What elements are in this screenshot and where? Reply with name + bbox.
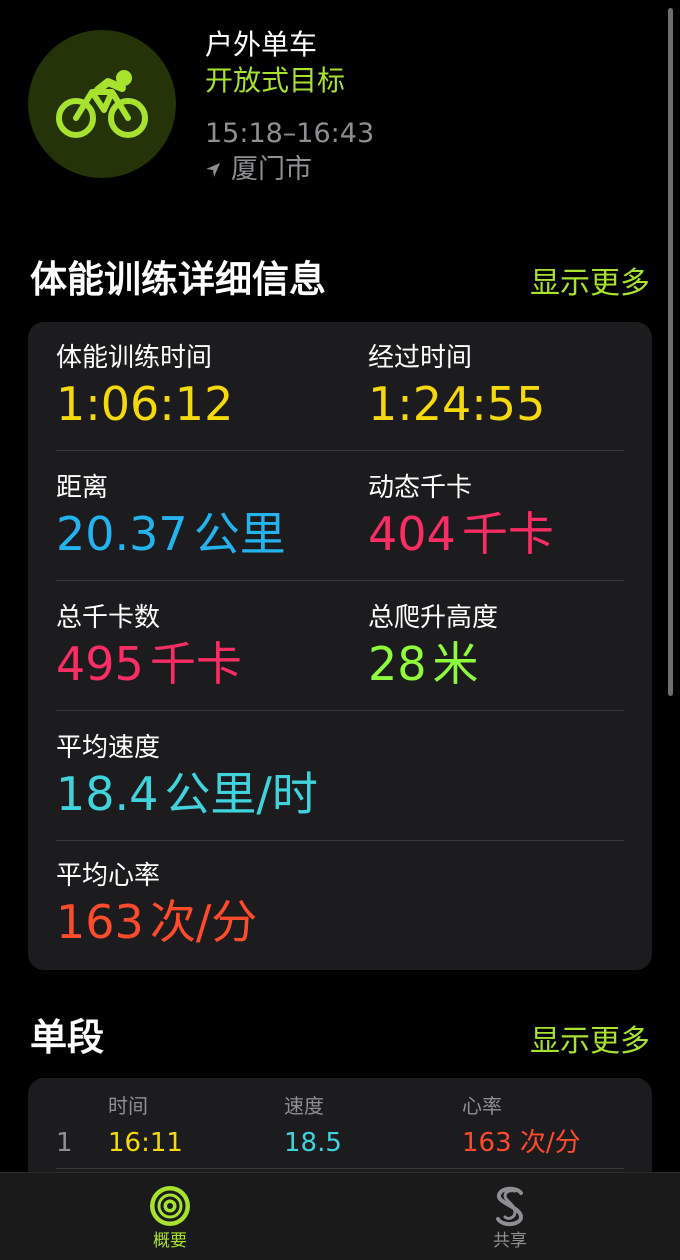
workout-time-range: 15:18–16:43 — [205, 118, 375, 149]
details-show-more-link[interactable]: 显示更多 — [530, 264, 650, 304]
metric-unit: 次/分 — [149, 895, 258, 949]
workout-summary-screen: 户外单车 开放式目标 15:18–16:43 厦门市 体能训练详细信息 显示更多… — [0, 0, 680, 1260]
split-heart-rate-unit: 次/分 — [519, 1128, 581, 1158]
divider — [56, 450, 624, 451]
location-arrow-icon — [206, 163, 220, 177]
splits-header-time: 时间 — [108, 1094, 148, 1118]
metric-value: 1:06:12 — [56, 377, 234, 431]
split-time: 16:11 — [108, 1128, 183, 1158]
metric-number: 20.37 — [56, 507, 188, 561]
metric-label: 平均心率 — [56, 861, 161, 891]
workout-title: 户外单车 — [205, 28, 318, 61]
metric-number: 404 — [368, 507, 456, 561]
divider — [56, 840, 624, 841]
tab-label: 共享 — [493, 1231, 527, 1251]
scroll-indicator[interactable] — [668, 8, 673, 696]
metric-value: 495 千卡 — [56, 636, 242, 692]
sharing-icon — [496, 1186, 524, 1226]
metric-value: 18.4 公里/时 — [56, 766, 318, 822]
metric-label: 动态千卡 — [368, 473, 473, 503]
workout-type-badge — [28, 30, 176, 178]
split-speed: 18.5 — [284, 1128, 342, 1158]
workout-details-card: 体能训练时间 1:06:12 经过时间 1:24:55 距离 20.37 公里 动… — [28, 322, 652, 970]
metric-label: 平均速度 — [56, 733, 161, 763]
metric-number: 495 — [56, 637, 144, 691]
metric-distance: 距离 20.37 公里 — [56, 472, 286, 562]
metric-label: 总千卡数 — [56, 603, 161, 633]
divider — [56, 580, 624, 581]
metric-unit: 千卡 — [149, 637, 242, 691]
metric-label: 经过时间 — [368, 343, 473, 373]
details-section-title: 体能训练详细信息 — [30, 258, 326, 301]
metric-unit: 公里 — [193, 507, 286, 561]
cycling-icon — [56, 70, 148, 138]
split-heart-rate: 163 次/分 — [462, 1126, 581, 1160]
metric-unit: 米 — [432, 637, 479, 691]
metric-number: 163 — [56, 895, 144, 949]
workout-location: 厦门市 — [205, 154, 312, 186]
split-index: 1 — [56, 1128, 73, 1158]
splits-header-speed: 速度 — [284, 1094, 324, 1118]
splits-header-heart-rate: 心率 — [462, 1094, 502, 1118]
splits-show-more-link[interactable]: 显示更多 — [530, 1022, 650, 1062]
splits-section-title: 单段 — [30, 1016, 104, 1059]
metric-value: 404 千卡 — [368, 506, 554, 562]
metric-label: 体能训练时间 — [56, 343, 213, 373]
tab-summary[interactable]: 概要 — [110, 1185, 230, 1251]
divider — [56, 710, 624, 711]
metric-value: 163 次/分 — [56, 894, 257, 950]
metric-workout-time: 体能训练时间 1:06:12 — [56, 342, 233, 432]
metric-elapsed-time: 经过时间 1:24:55 — [368, 342, 545, 432]
location-text: 厦门市 — [231, 154, 312, 185]
split-heart-rate-value: 163 — [462, 1128, 512, 1158]
metric-value: 20.37 公里 — [56, 506, 286, 562]
metric-number: 28 — [368, 637, 427, 691]
metric-number: 18.4 — [56, 767, 159, 821]
divider — [56, 1168, 624, 1169]
metric-avg-speed: 平均速度 18.4 公里/时 — [56, 732, 318, 822]
workout-goal: 开放式目标 — [205, 64, 346, 97]
tab-bar: 概要 共享 — [0, 1172, 680, 1260]
metric-avg-heart-rate: 平均心率 163 次/分 — [56, 860, 257, 950]
metric-label: 总爬升高度 — [368, 603, 499, 633]
metric-value: 28 米 — [368, 636, 498, 692]
metric-elevation-gain: 总爬升高度 28 米 — [368, 602, 498, 692]
metric-value: 1:24:55 — [368, 377, 546, 431]
tab-label: 概要 — [153, 1231, 187, 1251]
metric-unit: 公里/时 — [164, 767, 318, 821]
metric-active-calories: 动态千卡 404 千卡 — [368, 472, 554, 562]
metric-total-calories: 总千卡数 495 千卡 — [56, 602, 242, 692]
tab-sharing[interactable]: 共享 — [450, 1185, 570, 1251]
activity-rings-icon — [150, 1186, 190, 1226]
metric-unit: 千卡 — [461, 507, 554, 561]
metric-label: 距离 — [56, 473, 109, 503]
